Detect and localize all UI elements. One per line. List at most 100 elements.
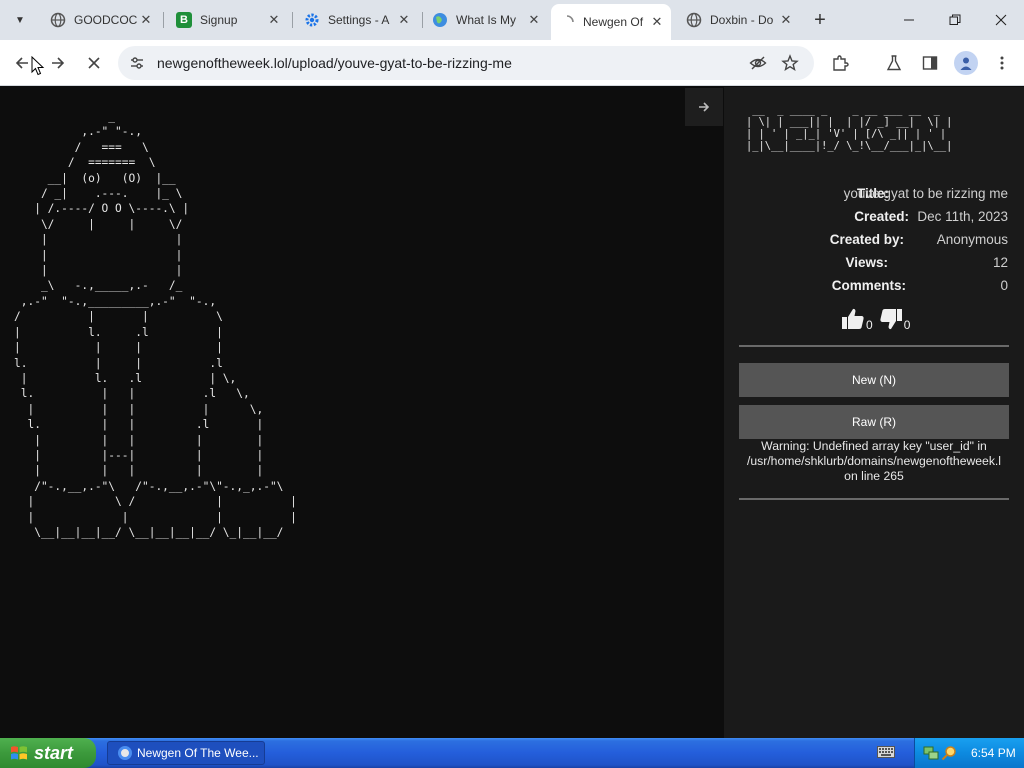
raw-paste-button[interactable]: Raw (R) — [739, 405, 1009, 439]
tab-title: What Is My — [456, 13, 517, 27]
tab-signup[interactable]: B Signup ✕ — [168, 6, 288, 34]
restore-button[interactable] — [932, 0, 978, 40]
meta-row-views: Views: 12 — [724, 255, 1024, 275]
meta-label: Views: — [845, 255, 888, 270]
taskbar-item-browser[interactable]: Newgen Of The Wee... — [107, 741, 265, 765]
tab-title: GOODCOCK — [74, 13, 138, 27]
meta-row-created-by: Created by: Anonymous — [724, 232, 1024, 252]
b-logo-icon: B — [176, 12, 192, 28]
globe-icon — [50, 12, 66, 28]
arrow-left-icon — [15, 57, 28, 69]
downvote-count: 0 — [903, 318, 911, 332]
thumbs-down-icon[interactable] — [879, 307, 903, 331]
star-icon — [781, 54, 799, 72]
ascii-art: _ ,.-" "-., / === \ / ======= \ __| (o) … — [14, 110, 297, 539]
meta-row-comments: Comments: 0 — [724, 278, 1024, 298]
site-logo: __ _ ____ _ _ __ ___ __ _ | \| | ___|| |… — [746, 104, 953, 152]
side-panel-button[interactable] — [918, 51, 942, 75]
php-warning: Warning: Undefined array key "user_id" i… — [738, 439, 1010, 484]
warning-line: /usr/home/shklurb/domains/newgenofthewee… — [746, 454, 1002, 468]
meta-value: Anonymous — [936, 232, 1008, 247]
meta-value: 0 — [1000, 278, 1008, 293]
network-icon[interactable] — [923, 745, 939, 761]
globe-icon — [686, 12, 702, 28]
close-icon[interactable]: ✕ — [649, 14, 665, 30]
system-tray: 6:54 PM — [914, 738, 1024, 768]
windows-logo-icon — [11, 746, 27, 760]
globe-color-icon — [432, 12, 448, 28]
browser-toolbar: newgenoftheweek.lol/upload/youve-gyat-to… — [0, 40, 1024, 86]
arrow-right-icon — [699, 102, 710, 112]
tune-icon — [131, 57, 143, 69]
start-button[interactable]: start — [0, 738, 96, 768]
close-icon[interactable]: ✕ — [526, 12, 542, 28]
minimize-button[interactable] — [886, 0, 932, 40]
close-icon — [995, 14, 1007, 26]
tab-what-is-my[interactable]: What Is My ✕ — [424, 6, 548, 34]
close-icon[interactable]: ✕ — [396, 12, 412, 28]
sidebar-collapse-button[interactable] — [685, 88, 723, 126]
divider — [739, 345, 1009, 347]
clock: 6:54 PM — [971, 746, 1016, 760]
thumbs-up-icon[interactable] — [841, 307, 865, 331]
minimize-icon — [904, 19, 914, 21]
new-paste-button[interactable]: New (N) — [739, 363, 1009, 397]
tab-title: Signup — [200, 13, 238, 27]
close-icon — [88, 57, 100, 69]
meta-value: 12 — [992, 255, 1008, 270]
start-label: start — [34, 742, 74, 763]
meta-row-title: Title: youve gyat to be rizzing me — [724, 186, 1024, 206]
meta-row-created: Created: Dec 11th, 2023 — [724, 209, 1024, 229]
warning-line: on line 265 — [844, 469, 904, 483]
bookmark-star-button[interactable] — [779, 52, 801, 74]
address-bar[interactable]: newgenoftheweek.lol/upload/youve-gyat-to… — [118, 46, 814, 80]
meta-label: Created: — [854, 209, 909, 224]
gear-icon — [304, 12, 320, 28]
puzzle-icon — [833, 55, 849, 71]
tab-goodcock[interactable]: GOODCOCK ✕ — [42, 6, 160, 34]
chrome-icon — [118, 746, 132, 760]
tab-newgen-active[interactable]: Newgen Of ✕ — [551, 4, 671, 40]
stop-button[interactable] — [80, 49, 108, 77]
close-window-button[interactable] — [978, 0, 1024, 40]
meta-label: Created by: — [829, 232, 904, 247]
tab-separator — [422, 12, 423, 28]
tab-separator — [292, 12, 293, 28]
arrow-right-icon — [52, 57, 65, 69]
tab-settings[interactable]: Settings - A ✕ — [296, 6, 418, 34]
close-icon[interactable]: ✕ — [778, 12, 794, 28]
tab-title: Doxbin - Do — [710, 13, 774, 27]
page-content: _ ,.-" "-., / === \ / ======= \ __| (o) … — [0, 87, 1024, 738]
restore-icon — [949, 14, 961, 25]
tracking-protection-button[interactable] — [747, 52, 769, 74]
mouse-cursor-icon — [31, 56, 45, 76]
new-tab-button[interactable]: + — [808, 8, 832, 32]
close-icon[interactable]: ✕ — [138, 12, 154, 28]
url-text: newgenoftheweek.lol/upload/youve-gyat-to… — [157, 55, 512, 71]
search-icon[interactable] — [941, 745, 957, 761]
meta-value: Dec 11th, 2023 — [917, 209, 1008, 224]
eye-off-icon — [749, 56, 767, 70]
tab-search-button[interactable]: ▼ — [8, 8, 32, 32]
info-sidebar: __ _ ____ _ _ __ ___ __ _ | \| | ___|| |… — [724, 87, 1024, 738]
profile-avatar[interactable] — [954, 51, 978, 75]
upvote-count: 0 — [866, 318, 873, 332]
tab-title: Settings - A — [328, 13, 390, 27]
flask-icon — [886, 55, 902, 71]
browser-menu-button[interactable] — [990, 51, 1014, 75]
vote-controls: 0 0 — [841, 303, 916, 331]
tab-strip: ▼ GOODCOCK ✕ B Signup ✕ Settings - A ✕ W… — [0, 0, 1024, 40]
site-info-button[interactable] — [126, 52, 148, 74]
forward-button[interactable] — [44, 49, 72, 77]
loading-icon — [559, 14, 575, 30]
labs-button[interactable] — [882, 51, 906, 75]
extensions-button[interactable] — [828, 51, 852, 75]
tab-title: Newgen Of — [583, 15, 644, 29]
close-icon[interactable]: ✕ — [266, 12, 282, 28]
warning-line: Warning: Undefined array key "user_id" i… — [761, 439, 987, 453]
keyboard-icon[interactable] — [877, 746, 895, 758]
meta-value: youve gyat to be rizzing me — [843, 186, 1008, 201]
divider — [739, 498, 1009, 500]
tab-doxbin[interactable]: Doxbin - Do ✕ — [678, 6, 800, 34]
side-panel-icon — [922, 56, 938, 70]
